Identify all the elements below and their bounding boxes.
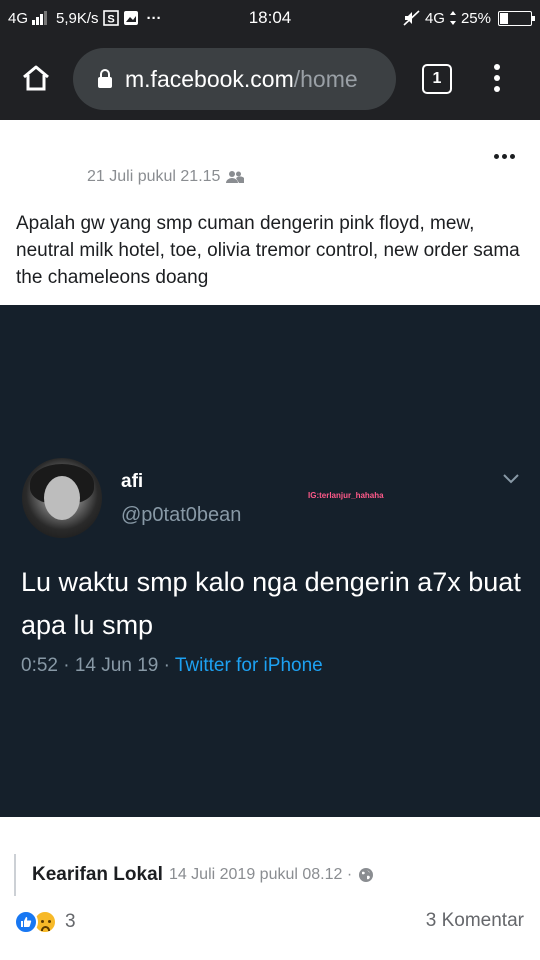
- battery-icon: [498, 10, 535, 26]
- svg-text:S: S: [107, 14, 114, 26]
- globe-icon: [359, 868, 374, 882]
- post-text: Apalah gw yang smp cuman dengerin pink f…: [16, 213, 520, 288]
- options-dot: [502, 154, 507, 159]
- signal-icon: [32, 11, 48, 25]
- address-bar[interactable]: m.facebook.com/home: [73, 48, 396, 110]
- chevron-down-icon: [503, 474, 519, 484]
- tab-switcher-button[interactable]: 1: [422, 64, 452, 94]
- menu-dot: [494, 75, 500, 81]
- browser-menu-button[interactable]: [485, 60, 509, 96]
- tweet-author-handle: @p0tat0bean: [121, 504, 242, 526]
- lock-icon: [98, 69, 112, 88]
- browser-toolbar: m.facebook.com/home 1: [0, 36, 540, 120]
- url-path: /home: [293, 65, 358, 92]
- sad-mouth: [41, 926, 50, 931]
- tweet-author-name: afi: [121, 471, 144, 492]
- url-text: m.facebook.com/home: [125, 66, 358, 93]
- home-icon: [23, 65, 49, 91]
- network-speed: 5,9K/s: [56, 9, 99, 27]
- tweet-source: Twitter for iPhone: [174, 655, 323, 676]
- shared-timestamp: 14 Juli 2019 pukul 08.12 ·: [168, 866, 353, 883]
- url-domain: m.facebook.com: [125, 65, 294, 92]
- notification-s-icon: S: [102, 10, 119, 26]
- data-arrows-icon: [449, 10, 457, 26]
- status-left: 4G 5,9K/s S ···: [8, 10, 403, 27]
- reactions-count: 3: [65, 911, 76, 932]
- battery-percent: 25%: [460, 9, 491, 27]
- notification-image-icon: [123, 10, 139, 26]
- options-dot: [494, 154, 499, 159]
- post-meta: 21 Juli pukul 21.15: [87, 168, 245, 186]
- shared-page-name[interactable]: Kearifan Lokal: [32, 864, 163, 886]
- sad-eye: [48, 920, 51, 923]
- reactions-summary[interactable]: 3: [14, 910, 76, 934]
- tweet-text: Lu waktu smp kalo nga dengerin a7x buat …: [21, 567, 521, 640]
- facebook-post: 21 Juli pukul 21.15 Apalah gw yang smp c…: [0, 120, 540, 960]
- watermark: IG:terlanjur_hahaha: [308, 491, 384, 500]
- network-right-indicator: 4G: [424, 9, 445, 27]
- more-notifications: ···: [146, 9, 162, 27]
- like-reaction-icon: [14, 910, 38, 934]
- post-options-button[interactable]: [494, 154, 515, 159]
- battery-fill: [500, 12, 508, 24]
- menu-dot: [494, 64, 500, 70]
- avatar-face: [44, 476, 80, 520]
- menu-dot: [494, 86, 500, 92]
- tweet-time-date: 0:52 · 14 Jun 19 ·: [21, 655, 175, 676]
- network-indicator: 4G: [8, 9, 29, 27]
- sad-eye: [41, 920, 44, 923]
- mute-icon: [403, 10, 421, 26]
- home-button[interactable]: [0, 36, 72, 120]
- tweet-footer: 0:52 · 14 Jun 19 · Twitter for iPhone: [21, 655, 323, 677]
- post-timestamp[interactable]: 21 Juli pukul 21.15: [87, 168, 220, 186]
- comments-link[interactable]: 3 Komentar: [426, 910, 524, 932]
- status-bar: 4G 5,9K/s S ··· 18:04 4G 25%: [0, 0, 540, 36]
- post-image[interactable]: afi @p0tat0bean IG:terlanjur_hahaha Lu w…: [0, 305, 540, 817]
- friends-privacy-icon: [226, 171, 245, 183]
- avatar: [22, 458, 102, 538]
- options-dot: [510, 154, 515, 159]
- status-right: 4G 25%: [403, 9, 535, 27]
- shared-from: Kearifan Lokal 14 Juli 2019 pukul 08.12 …: [14, 854, 374, 896]
